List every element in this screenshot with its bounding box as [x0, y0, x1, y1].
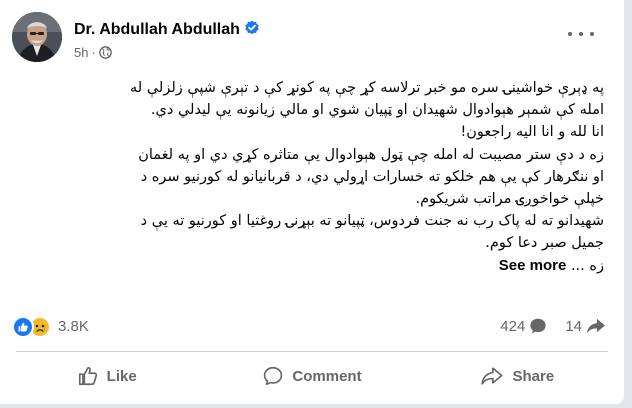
comment-bubble-icon: [530, 318, 546, 334]
audience-public-globe-icon[interactable]: [98, 46, 112, 59]
post-actions-bar: Like Comment Share: [4, 356, 620, 396]
post-body-line: خپلې خواخوږۍ مراتب شریکوم.: [415, 191, 604, 208]
author-name[interactable]: Dr. Abdullah Abdullah: [74, 20, 260, 39]
avatar[interactable]: [12, 12, 62, 62]
like-button[interactable]: Like: [4, 356, 209, 396]
author-name-text[interactable]: Dr. Abdullah Abdullah: [74, 21, 240, 38]
share-button-label[interactable]: Share: [512, 368, 554, 385]
shares-count[interactable]: 14: [565, 318, 582, 335]
reaction-icons[interactable]: [12, 315, 56, 339]
engagement-counts: 424 14: [500, 317, 606, 335]
shares-count-group[interactable]: 14: [565, 317, 606, 335]
thumbs-up-icon: [78, 366, 97, 386]
post-header: Dr. Abdullah Abdullah 5h ·: [12, 12, 612, 62]
more-options-icon[interactable]: [568, 24, 594, 44]
avatar-portrait-icon: [12, 12, 62, 62]
share-button[interactable]: Share: [415, 356, 620, 396]
post-body-line: امله کې شمېر هېوادوال شهیدان او ټپیان شو…: [150, 102, 604, 119]
comment-icon: [264, 366, 283, 386]
reactions-count[interactable]: 3.8K: [58, 318, 89, 335]
verified-badge-icon: [245, 20, 259, 35]
like-button-label[interactable]: Like: [107, 368, 137, 385]
meta-separator: ·: [91, 45, 96, 60]
reactions-summary: 3.8K 424 14: [12, 315, 612, 339]
share-arrow-icon: [587, 318, 605, 334]
post-body: په ډېرې خواشینۍ سره مو خبر ترلاسه کړ چې …: [18, 77, 604, 277]
comment-button[interactable]: Comment: [209, 356, 414, 396]
post-body-line: زه د دې ستر مصیبت له امله چې ټول هېوادوا…: [138, 146, 604, 163]
post-body-last-line: زه ... See more: [18, 255, 604, 277]
actions-divider: [16, 351, 608, 352]
timestamp[interactable]: 5h: [74, 45, 88, 60]
post-body-line: انا لله و انا الیه راجعون!: [460, 124, 604, 141]
post-card: Dr. Abdullah Abdullah 5h · په ډېرې خواشین…: [0, 0, 624, 404]
post-body-line: شهیدانو ته له پاک رب نه جنت فردوس، ټپیان…: [140, 213, 604, 230]
comment-button-label[interactable]: Comment: [292, 368, 361, 385]
like-reaction-icon: [12, 316, 34, 338]
post-body-truncated-text: زه ...: [570, 257, 604, 274]
post-body-line: جمیل صبر دعا کوم.: [485, 235, 604, 252]
share-icon: [481, 367, 503, 385]
post-meta: 5h ·: [74, 45, 112, 60]
post-body-line: او ننګرهار کې یې هم خلکو ته خسارات اړولي…: [140, 168, 604, 185]
comments-count-group[interactable]: 424: [500, 317, 547, 335]
post-body-line: په ډېرې خواشینۍ سره مو خبر ترلاسه کړ چې …: [130, 80, 604, 96]
see-more-link[interactable]: See more: [499, 257, 567, 274]
comments-count[interactable]: 424: [500, 318, 525, 335]
